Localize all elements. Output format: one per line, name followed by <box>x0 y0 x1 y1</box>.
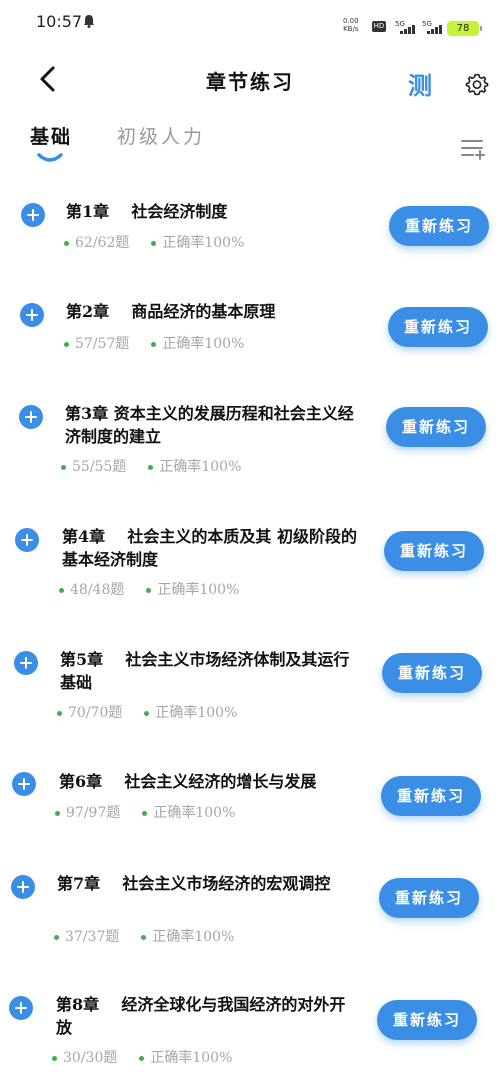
question-count: 55/55题 <box>61 456 126 476</box>
chapter-title: 第5章 社会主义市场经济体制及其运行基础 <box>60 650 350 692</box>
chapter-title: 第8章 经济全球化与我国经济的对外开放 <box>56 995 346 1037</box>
expand-plus-icon[interactable] <box>12 772 36 796</box>
accuracy-rate: 正确率100% <box>142 802 235 822</box>
category-tabs: 基础 初级人力 <box>0 122 500 172</box>
redo-practice-button[interactable]: 重新练习 <box>377 1000 477 1040</box>
chapter-stats: 37/37题 正确率100% <box>54 926 234 946</box>
accuracy-rate: 正确率100% <box>139 1047 232 1067</box>
test-button[interactable]: 测 <box>408 66 432 101</box>
navigation-bar: 章节练习 测 <box>0 52 500 108</box>
expand-plus-icon[interactable] <box>11 875 35 899</box>
chapter-stats: 55/55题 正确率100% <box>61 456 241 476</box>
expand-plus-icon[interactable] <box>14 651 38 675</box>
question-count: 70/70题 <box>57 702 122 722</box>
chapter-stats: 62/62题 正确率100% <box>64 232 244 252</box>
chapter-stats: 70/70题 正确率100% <box>57 702 237 722</box>
chapter-stats: 30/30题 正确率100% <box>52 1047 232 1067</box>
expand-plus-icon[interactable] <box>9 996 33 1020</box>
expand-plus-icon[interactable] <box>19 405 43 429</box>
redo-practice-button[interactable]: 重新练习 <box>384 531 484 571</box>
accuracy-rate: 正确率100% <box>148 456 241 476</box>
status-bar: 10:57 0.00 KB/s HD 5G 5G 78 <box>0 0 500 44</box>
chapter-title: 第3章 资本主义的发展历程和社会主义经济制度的建立 <box>65 404 354 446</box>
accuracy-rate: 正确率100% <box>151 232 244 252</box>
tab-junior-hr[interactable]: 初级人力 <box>117 122 205 149</box>
accuracy-rate: 正确率100% <box>146 579 239 599</box>
expand-plus-icon[interactable] <box>21 203 45 227</box>
signal-strength-icon <box>427 24 443 34</box>
gear-icon[interactable] <box>465 72 489 96</box>
chapter-title: 第2章 商品经济的基本原理 <box>66 302 276 321</box>
chapter-title: 第1章 社会经济制度 <box>66 202 228 221</box>
signal-strength-icon <box>400 24 416 34</box>
question-count: 57/57题 <box>64 333 129 353</box>
chapter-stats: 57/57题 正确率100% <box>64 333 244 353</box>
question-count: 62/62题 <box>64 232 129 252</box>
active-tab-indicator <box>37 153 63 162</box>
question-count: 97/97题 <box>55 802 120 822</box>
network-speed: 0.00 KB/s <box>343 17 359 33</box>
battery-indicator: 78 <box>447 21 482 36</box>
expand-plus-icon[interactable] <box>15 528 39 552</box>
notification-bell-icon <box>84 15 94 28</box>
redo-practice-button[interactable]: 重新练习 <box>382 653 482 693</box>
redo-practice-button[interactable]: 重新练习 <box>389 206 489 246</box>
chapter-title: 第6章 社会主义经济的增长与发展 <box>59 772 317 791</box>
question-count: 30/30题 <box>52 1047 117 1067</box>
accuracy-rate: 正确率100% <box>141 926 234 946</box>
question-count: 48/48题 <box>59 579 124 599</box>
accuracy-rate: 正确率100% <box>151 333 244 353</box>
status-time: 10:57 <box>36 12 83 31</box>
expand-plus-icon[interactable] <box>20 303 44 327</box>
redo-practice-button[interactable]: 重新练习 <box>388 307 488 347</box>
tab-basic[interactable]: 基础 <box>30 122 72 149</box>
chapter-stats: 48/48题 正确率100% <box>59 579 239 599</box>
hd-voice-icon: HD <box>372 21 386 32</box>
list-filter-icon[interactable] <box>460 136 486 162</box>
redo-practice-button[interactable]: 重新练习 <box>379 878 479 918</box>
accuracy-rate: 正确率100% <box>144 702 237 722</box>
redo-practice-button[interactable]: 重新练习 <box>381 776 481 816</box>
chapter-stats: 97/97题 正确率100% <box>55 802 235 822</box>
redo-practice-button[interactable]: 重新练习 <box>386 407 486 447</box>
question-count: 37/37题 <box>54 926 119 946</box>
chapter-title: 第7章 社会主义市场经济的宏观调控 <box>57 874 331 893</box>
chapter-title: 第4章 社会主义的本质及其 初级阶段的基本经济制度 <box>62 527 357 569</box>
